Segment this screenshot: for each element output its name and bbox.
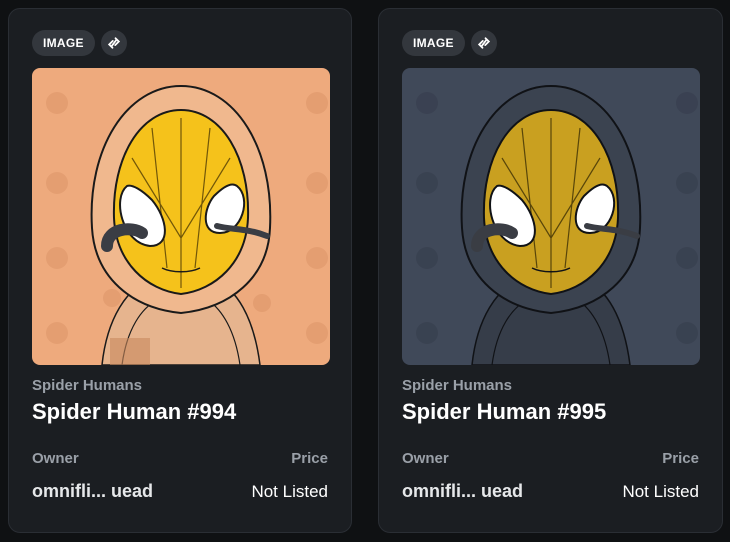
nft-title[interactable]: Spider Human #994: [32, 399, 236, 425]
price-value: Not Listed: [251, 482, 328, 501]
link-icon[interactable]: [470, 30, 497, 56]
nft-title[interactable]: Spider Human #995: [402, 399, 606, 425]
collection-name[interactable]: Spider Humans: [402, 377, 512, 394]
nft-grid: IMAGE Spider Humans Spider Human #994 Ow…: [0, 0, 730, 542]
price-label: Price: [291, 450, 328, 467]
nft-card[interactable]: IMAGE: [378, 8, 723, 533]
media-type-badge: IMAGE: [402, 30, 465, 56]
media-type-badge: IMAGE: [32, 30, 95, 56]
owner-label: Owner: [32, 450, 79, 467]
badge-row: IMAGE: [32, 30, 127, 56]
nft-image[interactable]: [402, 68, 700, 365]
owner-value[interactable]: omnifli... uead: [402, 481, 523, 502]
collection-name[interactable]: Spider Humans: [32, 377, 142, 394]
price-value: Not Listed: [622, 482, 699, 501]
price-label: Price: [662, 450, 699, 467]
badge-row: IMAGE: [402, 30, 497, 56]
owner-value[interactable]: omnifli... uead: [32, 481, 153, 502]
nft-card[interactable]: IMAGE: [8, 8, 352, 533]
nft-image[interactable]: [32, 68, 330, 365]
owner-label: Owner: [402, 450, 449, 467]
link-icon[interactable]: [100, 30, 127, 56]
